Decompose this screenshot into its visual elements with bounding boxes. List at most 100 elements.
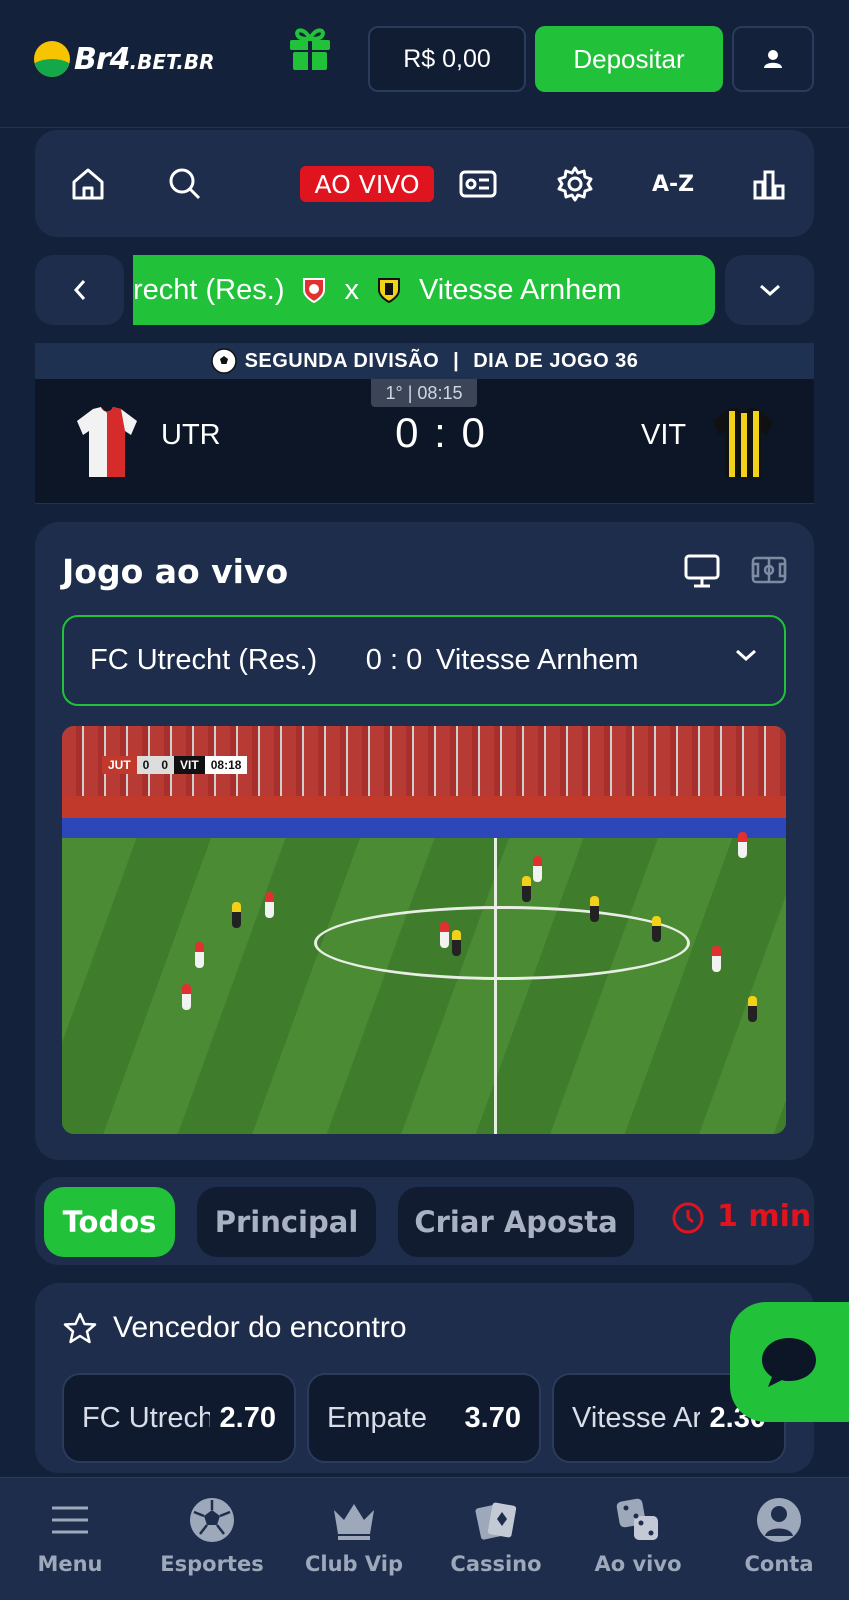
match-pill-home: recht (Res.) <box>133 273 285 306</box>
star-icon[interactable] <box>63 1312 97 1344</box>
market-tabs: Todos Principal Criar Aposta 1 min <box>35 1177 814 1265</box>
logo-ball-icon <box>34 41 70 77</box>
video-player <box>533 856 542 882</box>
gift-icon[interactable] <box>286 22 334 72</box>
market-title: Vencedor do encontro <box>63 1311 407 1345</box>
video-adboard <box>62 796 786 818</box>
top-header: Br4.BET.BR R$ 0,00 Depositar <box>0 0 849 128</box>
home-shirt-icon <box>77 407 137 477</box>
odd-value: 3.70 <box>464 1401 521 1434</box>
video-player <box>265 892 274 918</box>
match-pill-away: Vitesse Arnhem <box>418 273 622 306</box>
refresh-timer[interactable]: 1 min <box>671 1199 811 1234</box>
gear-icon[interactable] <box>555 164 595 204</box>
away-team-abbr: VIT <box>641 419 687 451</box>
bottom-nav-live[interactable]: Ao vivo <box>573 1496 703 1576</box>
clock-icon <box>672 1202 704 1233</box>
league-name: SEGUNDA DIVISÃO <box>244 349 440 372</box>
previous-match-button[interactable] <box>35 255 124 325</box>
match-score: 0 : 0 <box>395 409 487 456</box>
vitesse-crest-icon <box>377 278 400 304</box>
video-halfway-line <box>494 838 497 1134</box>
live-match-select[interactable]: FC Utrecht (Res.) 0 : 0 Vitesse Arnhem <box>62 615 786 706</box>
chevron-left-icon <box>73 280 85 300</box>
user-icon <box>764 50 782 68</box>
current-match-pill[interactable]: recht (Res.) x Vitesse Arnhem <box>133 255 715 325</box>
video-player <box>232 902 241 928</box>
search-icon[interactable] <box>165 164 205 204</box>
az-sort-button[interactable]: A-Z <box>648 164 698 204</box>
bottom-nav-club-vip[interactable]: Club Vip <box>289 1496 419 1576</box>
crown-icon <box>334 1504 374 1540</box>
video-player <box>452 930 461 956</box>
video-player <box>738 832 747 858</box>
select-home-team: FC Utrecht (Res.) <box>90 644 318 676</box>
chevron-down-icon <box>736 649 756 662</box>
video-score-overlay: JUT 0 0 VIT 08:18 <box>102 756 248 774</box>
chat-bubble-icon <box>762 1338 816 1387</box>
bottom-nav-account[interactable]: Conta <box>714 1496 844 1576</box>
home-icon[interactable] <box>68 164 108 204</box>
odd-button-draw[interactable]: Empate 3.70 <box>307 1373 541 1463</box>
video-player <box>748 996 757 1022</box>
league-bar: SEGUNDA DIVISÃO | DIA DE JOGO 36 <box>35 343 814 379</box>
live-game-card: Jogo ao vivo FC Utrecht (Res.) 0 : 0 Vit… <box>35 522 814 1160</box>
odd-name: Empate <box>327 1401 427 1434</box>
tab-all[interactable]: Todos <box>44 1187 175 1257</box>
market-title-text: Vencedor do encontro <box>113 1311 407 1344</box>
video-player <box>195 942 204 968</box>
odd-name: FC Utrecht (Res.) <box>82 1401 210 1434</box>
user-button[interactable] <box>732 26 814 92</box>
bottom-nav-menu[interactable]: Menu <box>5 1496 135 1576</box>
video-player <box>182 984 191 1010</box>
balance-display[interactable]: R$ 0,00 <box>368 26 526 92</box>
account-icon <box>757 1498 801 1542</box>
select-score: 0 : 0 <box>365 644 423 676</box>
menu-icon <box>52 1506 88 1534</box>
odd-button-home[interactable]: FC Utrecht (Res.) 2.70 <box>62 1373 296 1463</box>
video-player <box>652 916 661 942</box>
match-list-toggle[interactable] <box>725 255 814 325</box>
video-adboard-lower <box>62 818 786 838</box>
video-pitch <box>62 838 786 1134</box>
bottom-nav: Menu Esportes Club Vip Cassino Ao vivo C… <box>0 1477 849 1600</box>
odd-value: 2.70 <box>219 1401 276 1434</box>
soccer-ball-icon <box>210 348 237 374</box>
live-video-player[interactable]: JUT 0 0 VIT 08:18 <box>62 726 786 1134</box>
select-away-team: Vitesse Arnhem <box>436 644 639 676</box>
match-clock: 1° | 08:15 <box>371 379 477 407</box>
sports-navbar: AO VIVO A-Z <box>35 130 814 237</box>
chevron-down-icon <box>759 284 780 297</box>
away-shirt-icon <box>713 407 773 477</box>
utrecht-crest-icon <box>303 278 326 304</box>
tab-create-bet[interactable]: Criar Aposta <box>398 1187 634 1257</box>
ticket-icon[interactable] <box>458 164 498 204</box>
video-player <box>712 946 721 972</box>
home-team-abbr: UTR <box>161 419 221 451</box>
match-pill-separator: x <box>344 273 359 306</box>
bottom-nav-casino[interactable]: Cassino <box>431 1496 561 1576</box>
video-player <box>440 922 449 948</box>
dice-icon <box>616 1498 658 1540</box>
field-view-icon[interactable] <box>751 554 787 586</box>
live-game-title: Jogo ao vivo <box>62 552 289 591</box>
video-center-circle <box>314 906 690 980</box>
odd-name: Vitesse Arnhem <box>572 1401 700 1434</box>
bottom-nav-sports[interactable]: Esportes <box>147 1496 277 1576</box>
tab-main[interactable]: Principal <box>197 1187 376 1257</box>
market-card: Vencedor do encontro FC Utrecht (Res.) 2… <box>35 1283 814 1473</box>
scoreboard: 1° | 08:15 UTR 0 : 0 VIT <box>35 379 814 504</box>
monitor-icon[interactable] <box>683 552 721 590</box>
live-tab-badge[interactable]: AO VIVO <box>300 166 434 202</box>
logo-text: Br4.BET.BR <box>74 41 215 77</box>
deposit-button[interactable]: Depositar <box>535 26 723 92</box>
video-player <box>522 876 531 902</box>
soccer-ball-icon <box>190 1498 234 1542</box>
cards-icon <box>475 1502 517 1540</box>
timer-label: 1 min <box>717 1199 812 1234</box>
league-divider: | <box>453 349 460 372</box>
site-logo[interactable]: Br4.BET.BR <box>34 36 264 82</box>
stats-icon[interactable] <box>749 164 789 204</box>
chat-button[interactable] <box>730 1302 849 1422</box>
matchday-label: DIA DE JOGO 36 <box>473 349 639 372</box>
